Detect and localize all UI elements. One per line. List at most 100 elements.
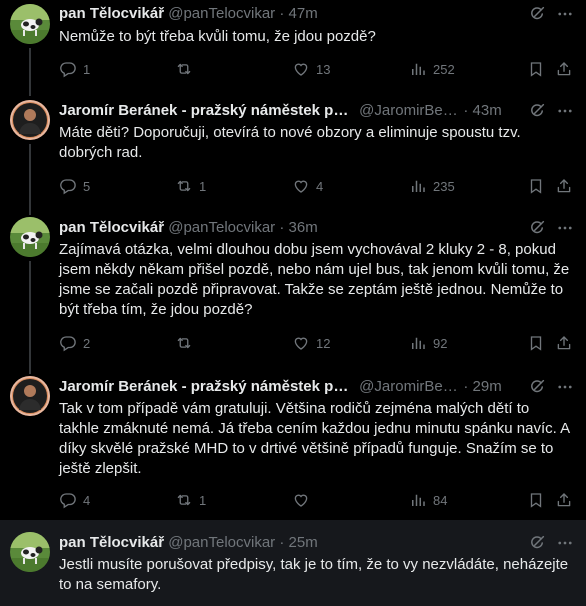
bookmark-icon xyxy=(527,60,545,78)
more-options-icon[interactable] xyxy=(556,102,574,120)
retweet-button[interactable]: 1 xyxy=(175,490,206,510)
reply-count: 2 xyxy=(83,335,91,351)
author-handle[interactable]: @panTelocvikar xyxy=(168,5,275,22)
share-icon xyxy=(555,177,573,195)
like-button[interactable]: 12 xyxy=(292,333,330,353)
avatar[interactable] xyxy=(10,4,50,44)
avatar[interactable] xyxy=(10,217,50,257)
thread-line xyxy=(29,144,31,205)
like-button[interactable]: 13 xyxy=(292,59,330,79)
bookmark-icon xyxy=(527,491,545,509)
thread-line xyxy=(29,368,31,374)
views-button[interactable]: 235 xyxy=(409,176,455,196)
view-count: 235 xyxy=(433,178,455,194)
reply-button[interactable]: 5 xyxy=(59,176,90,196)
author-handle[interactable]: @JaromirBer... xyxy=(359,377,459,397)
like-button[interactable]: 4 xyxy=(292,176,323,196)
author-name[interactable]: Jaromír Beránek - pražský náměstek pro .… xyxy=(59,101,351,121)
tweet-2[interactable]: Jaromír Beránek - pražský náměstek pro .… xyxy=(0,88,586,205)
view-count: 92 xyxy=(433,335,448,351)
bookmark-button[interactable] xyxy=(527,490,545,510)
like-count: 4 xyxy=(316,178,324,194)
reply-count: 4 xyxy=(83,492,91,508)
author-handle[interactable]: @panTelocvikar xyxy=(168,534,275,551)
share-button[interactable] xyxy=(555,176,573,196)
author-name[interactable]: pan Tělocvikář xyxy=(59,219,164,236)
thread-line xyxy=(29,48,31,88)
reply-icon xyxy=(59,60,77,78)
more-options-icon[interactable] xyxy=(556,378,574,396)
tweet-text: Zajímavá otázka, velmi dlouhou dobu jsem… xyxy=(59,241,570,318)
reply-icon xyxy=(59,177,77,195)
share-icon xyxy=(555,334,573,352)
bookmark-button[interactable] xyxy=(527,59,545,79)
tweet-3[interactable]: pan Tělocvikář @panTelocvikar · 36m Zají… xyxy=(0,205,586,368)
share-icon xyxy=(555,60,573,78)
tweet-text: Nemůže to být třeba kvůli tomu, že jdou … xyxy=(59,28,376,45)
retweet-icon xyxy=(175,60,193,78)
share-button[interactable] xyxy=(555,59,573,79)
avatar[interactable] xyxy=(10,532,50,572)
retweet-icon xyxy=(175,177,193,195)
tweet-text: Máte děti? Doporučuji, otevírá to nové o… xyxy=(59,124,521,161)
author-name[interactable]: Jaromír Beránek - pražský náměstek pro .… xyxy=(59,377,351,397)
like-count: 12 xyxy=(316,335,331,351)
retweet-button[interactable] xyxy=(175,59,199,79)
share-icon xyxy=(555,491,573,509)
more-options-icon[interactable] xyxy=(556,5,574,23)
views-button[interactable]: 84 xyxy=(409,490,447,510)
bookmark-icon xyxy=(527,334,545,352)
thread-line xyxy=(29,205,31,215)
author-handle[interactable]: @panTelocvikar xyxy=(168,219,275,236)
reply-count: 1 xyxy=(83,61,91,77)
bookmark-button[interactable] xyxy=(527,333,545,353)
retweet-button[interactable] xyxy=(175,333,199,353)
timestamp[interactable]: · 47m xyxy=(279,5,317,22)
tweet-5[interactable]: pan Tělocvikář @panTelocvikar · 25m Jest… xyxy=(0,520,586,606)
tweet-4[interactable]: Jaromír Beránek - pražský náměstek pro .… xyxy=(0,368,586,520)
retweet-button[interactable]: 1 xyxy=(175,176,206,196)
author-name[interactable]: pan Tělocvikář xyxy=(59,534,164,551)
thread-line xyxy=(29,261,31,368)
grok-icon[interactable] xyxy=(528,534,546,552)
more-options-icon[interactable] xyxy=(556,219,574,237)
grok-icon[interactable] xyxy=(528,219,546,237)
share-button[interactable] xyxy=(555,333,573,353)
reply-icon xyxy=(59,334,77,352)
retweet-icon xyxy=(175,491,193,509)
bookmark-button[interactable] xyxy=(527,176,545,196)
grok-icon[interactable] xyxy=(528,102,546,120)
retweet-count: 1 xyxy=(199,178,207,194)
grok-icon[interactable] xyxy=(528,5,546,23)
author-name[interactable]: pan Tělocvikář xyxy=(59,5,164,22)
view-count: 84 xyxy=(433,492,448,508)
heart-icon xyxy=(292,491,310,509)
tweet-1[interactable]: pan Tělocvikář @panTelocvikar · 47m Nemů… xyxy=(0,0,586,88)
like-button[interactable] xyxy=(292,490,316,510)
timestamp[interactable]: · 29m xyxy=(463,378,501,395)
avatar[interactable] xyxy=(10,376,50,416)
avatar[interactable] xyxy=(10,100,50,140)
share-button[interactable] xyxy=(555,490,573,510)
views-button[interactable]: 92 xyxy=(409,333,447,353)
like-count: 13 xyxy=(316,61,331,77)
tweet-text: Tak v tom případě vám gratuluji. Většina… xyxy=(59,400,570,477)
views-button[interactable]: 252 xyxy=(409,59,455,79)
reply-icon xyxy=(59,491,77,509)
timestamp[interactable]: · 25m xyxy=(279,534,317,551)
timestamp[interactable]: · 36m xyxy=(279,219,317,236)
more-options-icon[interactable] xyxy=(556,534,574,552)
grok-icon[interactable] xyxy=(528,378,546,396)
retweet-count: 1 xyxy=(199,492,207,508)
timestamp[interactable]: · 43m xyxy=(463,102,501,119)
views-icon xyxy=(409,491,427,509)
heart-icon xyxy=(292,334,310,352)
reply-button[interactable]: 2 xyxy=(59,333,90,353)
bookmark-icon xyxy=(527,177,545,195)
reply-button[interactable]: 4 xyxy=(59,490,90,510)
retweet-icon xyxy=(175,334,193,352)
reply-count: 5 xyxy=(83,178,91,194)
views-icon xyxy=(409,334,427,352)
reply-button[interactable]: 1 xyxy=(59,59,90,79)
author-handle[interactable]: @JaromirBer... xyxy=(359,101,459,121)
